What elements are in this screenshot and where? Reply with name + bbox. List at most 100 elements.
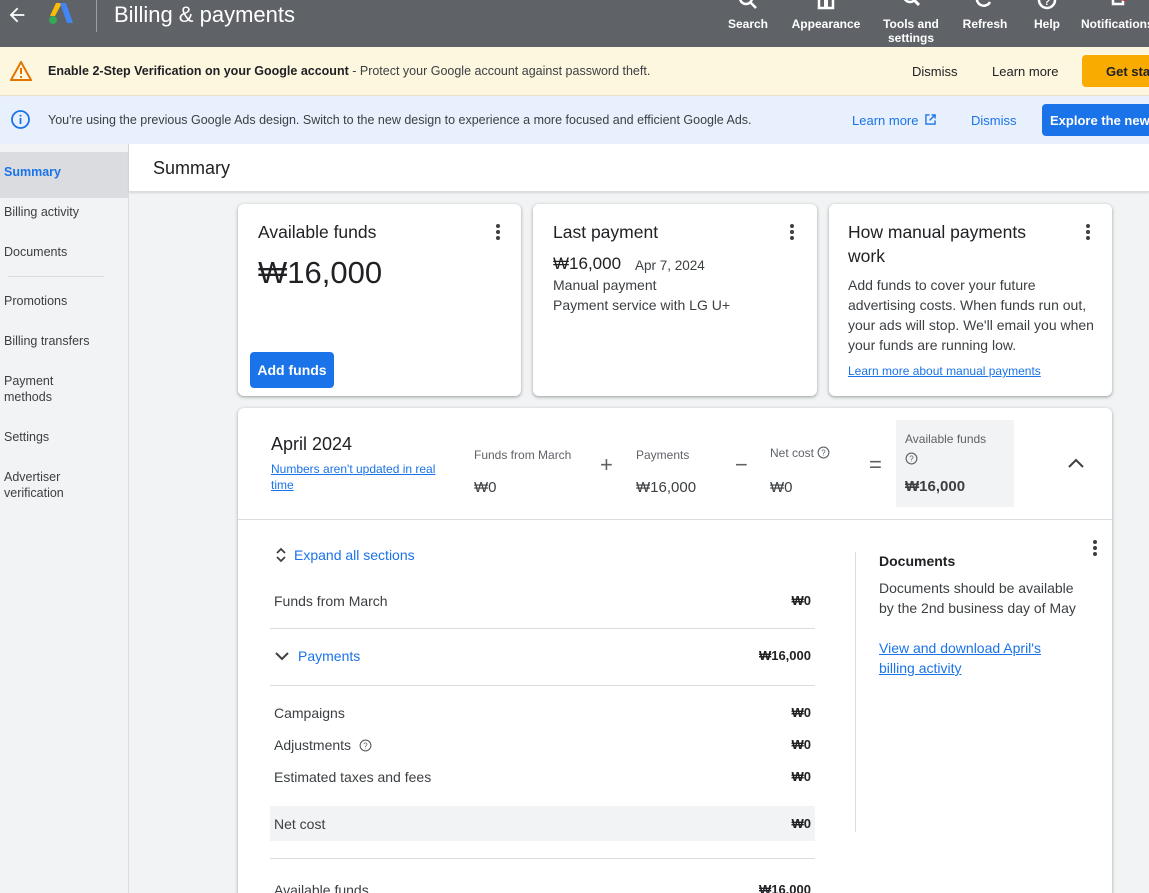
adjustments-row: Adjustments ? ₩0 bbox=[274, 737, 815, 753]
documents-more-icon[interactable] bbox=[1089, 538, 1101, 558]
last-payment-date: Apr 7, 2024 bbox=[635, 258, 705, 273]
sidebar-item-settings[interactable]: Settings bbox=[0, 429, 128, 445]
sidebar-item-advertiser-verification[interactable]: Advertiser verification bbox=[0, 469, 80, 501]
manual-payments-learn-more-link[interactable]: Learn more about manual payments bbox=[848, 364, 1041, 378]
payments-row[interactable]: Payments ₩16,000 bbox=[274, 648, 815, 664]
search-tool-label: Search bbox=[727, 17, 769, 31]
documents-divider bbox=[855, 552, 856, 832]
refresh-label: Refresh bbox=[962, 17, 1008, 31]
available-funds-title: Available funds bbox=[258, 222, 377, 242]
taxes-row-label: Estimated taxes and fees bbox=[274, 769, 432, 785]
available-funds-row-label: Available funds bbox=[274, 882, 369, 893]
google-ads-logo[interactable] bbox=[47, 2, 75, 26]
unfold-more-icon bbox=[276, 547, 286, 563]
help-circle-icon[interactable]: ? bbox=[359, 739, 372, 752]
chevron-down-icon bbox=[275, 652, 289, 661]
warning-title: Enable 2-Step Verification on your Googl… bbox=[48, 64, 349, 78]
refresh-button[interactable]: Refresh bbox=[958, 0, 1012, 47]
search-tool-button[interactable]: Search bbox=[724, 0, 772, 47]
wrench-icon bbox=[903, 0, 921, 7]
arrow-back-icon[interactable] bbox=[6, 4, 28, 26]
add-funds-button[interactable]: Add funds bbox=[250, 352, 334, 388]
help-circle-icon[interactable]: ? bbox=[905, 452, 918, 465]
info-icon bbox=[11, 110, 30, 129]
appbar-divider bbox=[96, 0, 97, 32]
sidebar-item-payment-methods[interactable]: Payment methods bbox=[0, 373, 70, 405]
warning-detail: - Protect your Google account against pa… bbox=[348, 64, 651, 78]
appearance-tool-button[interactable]: Appearance bbox=[788, 0, 864, 47]
last-payment-service: Payment service with LG U+ bbox=[553, 297, 731, 313]
available-funds-amount: ₩16,000 bbox=[258, 255, 383, 290]
refresh-icon bbox=[975, 0, 992, 7]
funds-from-row-value: ₩0 bbox=[791, 593, 812, 608]
adjustments-row-label: Adjustments bbox=[274, 737, 352, 753]
sidebar-item-promotions[interactable]: Promotions bbox=[0, 293, 128, 309]
manual-payments-title: How manual payments work bbox=[848, 222, 1026, 266]
page-title: Summary bbox=[153, 158, 231, 178]
help-circle-icon[interactable]: ? bbox=[817, 446, 830, 459]
taxes-row: Estimated taxes and fees ₩0 bbox=[274, 769, 815, 785]
sidebar-divider bbox=[8, 276, 104, 277]
appearance-tool-label: Appearance bbox=[791, 17, 861, 31]
panel-divider bbox=[238, 519, 1112, 520]
documents-title: Documents bbox=[879, 553, 956, 569]
sidebar-item-summary[interactable]: Summary bbox=[0, 152, 128, 198]
net-cost-row-label: Net cost bbox=[274, 816, 326, 832]
tools-settings-button[interactable]: Tools and settings bbox=[878, 0, 944, 47]
last-payment-more-icon[interactable] bbox=[786, 222, 798, 242]
warning-icon bbox=[10, 61, 32, 81]
campaigns-row: Campaigns ₩0 bbox=[274, 705, 815, 721]
campaigns-row-value: ₩0 bbox=[791, 705, 812, 720]
get-started-button[interactable]: Get started bbox=[1082, 55, 1149, 87]
manual-payments-body: Add funds to cover your future advertisi… bbox=[848, 277, 1094, 353]
equals-operator: = bbox=[869, 452, 882, 477]
sidebar-item-documents[interactable]: Documents bbox=[0, 244, 128, 260]
warning-learn-more-button[interactable]: Learn more bbox=[992, 64, 1058, 79]
info-dismiss-button[interactable]: Dismiss bbox=[971, 113, 1017, 128]
campaigns-row-label: Campaigns bbox=[274, 705, 345, 721]
notifications-button[interactable]: Notifications bbox=[1078, 0, 1149, 47]
available-funds-summary: Available funds ? ₩16,000 bbox=[896, 420, 1014, 507]
row-divider bbox=[270, 628, 815, 629]
net-cost-row: Net cost ₩0 bbox=[270, 806, 815, 841]
info-learn-more-link[interactable]: Learn more bbox=[852, 113, 936, 128]
explore-new-design-button[interactable]: Explore the new design bbox=[1042, 104, 1149, 136]
month-title: April 2024 bbox=[271, 434, 353, 454]
last-payment-title: Last payment bbox=[553, 222, 659, 242]
sidebar-item-billing-activity[interactable]: Billing activity bbox=[0, 204, 128, 220]
payments-row-label: Payments bbox=[298, 648, 361, 664]
search-icon bbox=[739, 0, 757, 9]
sidebar-item-billing-transfers[interactable]: Billing transfers bbox=[0, 333, 128, 349]
funds-from-row: Funds from March ₩0 bbox=[274, 593, 815, 609]
documents-body: Documents should be available by the 2nd… bbox=[879, 580, 1076, 616]
net-cost-value: ₩0 bbox=[770, 479, 793, 496]
expand-all-button[interactable]: Expand all sections bbox=[274, 546, 415, 564]
row-divider bbox=[270, 685, 815, 686]
content-header: Summary bbox=[129, 144, 1149, 192]
download-billing-activity-link[interactable]: View and download April's billing activi… bbox=[879, 638, 1069, 678]
available-funds-more-icon[interactable] bbox=[492, 222, 504, 242]
available-funds-row: Available funds ₩16,000 bbox=[274, 882, 815, 893]
info-message: You're using the previous Google Ads des… bbox=[48, 113, 752, 127]
svg-text:?: ? bbox=[1044, 0, 1051, 8]
chevron-up-icon[interactable] bbox=[1067, 457, 1085, 469]
help-button[interactable]: ? Help bbox=[1026, 0, 1068, 47]
top-app-bar: Billing & payments Search Appearance Too… bbox=[0, 0, 1149, 47]
warning-dismiss-button[interactable]: Dismiss bbox=[912, 64, 958, 79]
last-payment-card: Last payment ₩16,000 Apr 7, 2024 Manual … bbox=[533, 204, 817, 396]
last-payment-amount: ₩16,000 bbox=[553, 254, 622, 273]
payments-label: Payments bbox=[636, 448, 690, 462]
payments-value: ₩16,000 bbox=[636, 479, 697, 496]
taxes-row-value: ₩0 bbox=[791, 769, 812, 784]
warning-message: Enable 2-Step Verification on your Googl… bbox=[48, 64, 650, 78]
manual-payments-more-icon[interactable] bbox=[1082, 222, 1094, 242]
two-step-warning-banner: Enable 2-Step Verification on your Googl… bbox=[0, 47, 1149, 96]
tools-settings-label: Tools and settings bbox=[883, 17, 939, 45]
svg-text:?: ? bbox=[363, 741, 368, 750]
plus-operator: + bbox=[600, 452, 613, 477]
realtime-note-link[interactable]: Numbers aren't updated in real time bbox=[271, 461, 456, 493]
minus-operator: − bbox=[735, 452, 748, 477]
adjustments-row-value: ₩0 bbox=[791, 737, 812, 752]
available-funds-row-value: ₩16,000 bbox=[758, 882, 811, 893]
svg-text:?: ? bbox=[909, 454, 914, 463]
